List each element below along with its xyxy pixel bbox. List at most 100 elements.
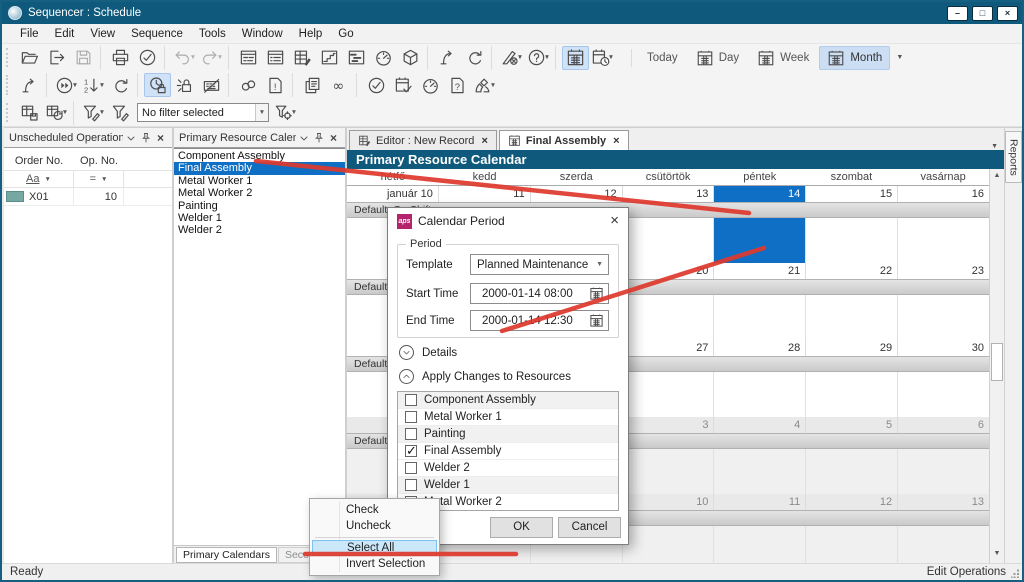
- filter-edit-icon[interactable]: [80, 101, 107, 125]
- print-icon[interactable]: [107, 46, 134, 70]
- fix-resource-icon[interactable]: [171, 73, 198, 97]
- numeric-filter-cell[interactable]: =: [74, 170, 124, 188]
- menu-item[interactable]: View: [82, 26, 123, 42]
- menu-item[interactable]: Edit: [47, 26, 83, 42]
- dropdown-arrow-icon[interactable]: [291, 109, 297, 116]
- calendar-day-cell[interactable]: [714, 372, 806, 417]
- template-combobox[interactable]: Planned Maintenance: [470, 254, 609, 275]
- load-graph-icon[interactable]: [316, 46, 343, 70]
- fix-time-icon[interactable]: [144, 73, 171, 97]
- list-item[interactable]: Painting: [174, 200, 345, 212]
- scrollbar-thumb[interactable]: [991, 343, 1003, 381]
- calendar-day-cell[interactable]: [623, 526, 715, 563]
- dialog-title-bar[interactable]: aps Calendar Period: [388, 208, 628, 234]
- calendar-day-cell[interactable]: [806, 526, 898, 563]
- resource-row[interactable]: Final Assembly: [398, 443, 618, 460]
- calendar-date-cell[interactable]: 11: [439, 186, 531, 202]
- text-filter-cell[interactable]: Aa: [4, 170, 74, 188]
- dropdown-arrow-icon[interactable]: [62, 109, 68, 116]
- menu-item[interactable]: Uncheck: [312, 518, 437, 534]
- calendar-day-cell[interactable]: [714, 526, 806, 563]
- checkbox[interactable]: [405, 428, 417, 440]
- menu-item[interactable]: Select All: [312, 540, 437, 556]
- calendar-date-cell[interactable]: 20: [623, 263, 715, 279]
- resource-row[interactable]: Component Assembly: [398, 392, 618, 409]
- pin-icon[interactable]: [138, 130, 153, 145]
- resource-row[interactable]: Metal Worker 1: [398, 409, 618, 426]
- resource-row[interactable]: Welder 1: [398, 477, 618, 494]
- performance-icon[interactable]: [417, 73, 444, 97]
- schedule-forward-icon[interactable]: [16, 73, 43, 97]
- menu-item[interactable]: Check: [312, 502, 437, 518]
- undo-icon[interactable]: [171, 46, 198, 70]
- calendar-date-cell[interactable]: 4: [714, 417, 806, 433]
- chevron-down-icon[interactable]: [399, 345, 414, 360]
- view-mode-button[interactable]: Week: [749, 46, 817, 70]
- calendar-day-cell[interactable]: [714, 449, 806, 494]
- list-item[interactable]: Metal Worker 1: [174, 175, 345, 187]
- dropdown-arrow-icon[interactable]: [190, 54, 196, 61]
- calendar-day-cell[interactable]: [623, 372, 715, 417]
- list-item[interactable]: Component Assembly: [174, 150, 345, 162]
- scroll-up-icon[interactable]: [990, 169, 1004, 183]
- table-row[interactable]: X01 10: [4, 188, 172, 206]
- checkbox[interactable]: [405, 394, 417, 406]
- calendar-date-cell[interactable]: 13: [898, 494, 989, 510]
- calendar-day-cell[interactable]: [898, 372, 989, 417]
- link-operations-icon[interactable]: [235, 73, 262, 97]
- manual-assign-icon[interactable]: [198, 73, 225, 97]
- view-mode-button[interactable]: Day: [688, 46, 747, 70]
- column-header[interactable]: Order No.: [4, 152, 74, 170]
- list-item[interactable]: Metal Worker 2: [174, 187, 345, 199]
- dispatch-icon[interactable]: [53, 73, 80, 97]
- calendar-day-cell[interactable]: [898, 449, 989, 494]
- checkbox[interactable]: [405, 445, 417, 457]
- regenerate-icon[interactable]: [107, 73, 134, 97]
- validate-icon[interactable]: [134, 46, 161, 70]
- document-tab[interactable]: Final Assembly: [499, 130, 629, 150]
- list-item[interactable]: Welder 2: [174, 224, 345, 236]
- tab-close-icon[interactable]: [611, 135, 619, 147]
- model-view-icon[interactable]: [397, 46, 424, 70]
- calendar-day-cell[interactable]: [806, 449, 898, 494]
- date-picker-icon[interactable]: [589, 286, 604, 301]
- panel-menu-icon[interactable]: [296, 130, 311, 145]
- report-query-icon[interactable]: [444, 73, 471, 97]
- dropdown-arrow-icon[interactable]: [608, 54, 614, 61]
- close-icon[interactable]: [153, 130, 168, 145]
- date-picker-icon[interactable]: [589, 313, 604, 328]
- vertical-scrollbar[interactable]: [989, 169, 1004, 563]
- save-icon[interactable]: [70, 46, 97, 70]
- calendar-day-cell[interactable]: [898, 295, 989, 340]
- view-mode-button[interactable]: Month: [819, 46, 890, 70]
- close-button[interactable]: ×: [997, 6, 1018, 21]
- schedule-view-icon[interactable]: [235, 46, 262, 70]
- menu-item[interactable]: Tools: [191, 26, 234, 42]
- schedule-forward-icon[interactable]: [434, 46, 461, 70]
- clear-schedule-icon[interactable]: [498, 46, 525, 70]
- redo-icon[interactable]: [198, 46, 225, 70]
- calendar-day-cell[interactable]: [806, 295, 898, 340]
- dropdown-arrow-icon[interactable]: [99, 82, 105, 89]
- tab-primary-calendars[interactable]: Primary Calendars: [176, 547, 277, 563]
- kpi-view-icon[interactable]: [370, 46, 397, 70]
- calendar-date-cell[interactable]: 30: [898, 340, 989, 356]
- chevron-up-icon[interactable]: [399, 369, 414, 384]
- list-item[interactable]: Final Assembly: [174, 162, 345, 174]
- resize-grip[interactable]: [1011, 569, 1020, 578]
- end-time-input[interactable]: 2000-01-14 12:30: [470, 310, 609, 331]
- column-header[interactable]: Op. No.: [74, 152, 124, 170]
- filter-settings-icon[interactable]: [272, 101, 299, 125]
- combobox-arrow-icon[interactable]: [596, 261, 603, 268]
- scroll-down-icon[interactable]: [990, 547, 1004, 561]
- ok-button[interactable]: OK: [490, 517, 553, 538]
- menu-item[interactable]: Sequence: [123, 26, 191, 42]
- minimize-button[interactable]: –: [947, 6, 968, 21]
- calendar-date-cell[interactable]: 14: [714, 186, 806, 202]
- gantt-view-icon[interactable]: [343, 46, 370, 70]
- calendar-day-cell[interactable]: [806, 372, 898, 417]
- table-editor-icon[interactable]: [289, 46, 316, 70]
- calendar-date-cell[interactable]: 29: [806, 340, 898, 356]
- operations-list-icon[interactable]: [262, 46, 289, 70]
- calendar-day-cell[interactable]: [898, 526, 989, 563]
